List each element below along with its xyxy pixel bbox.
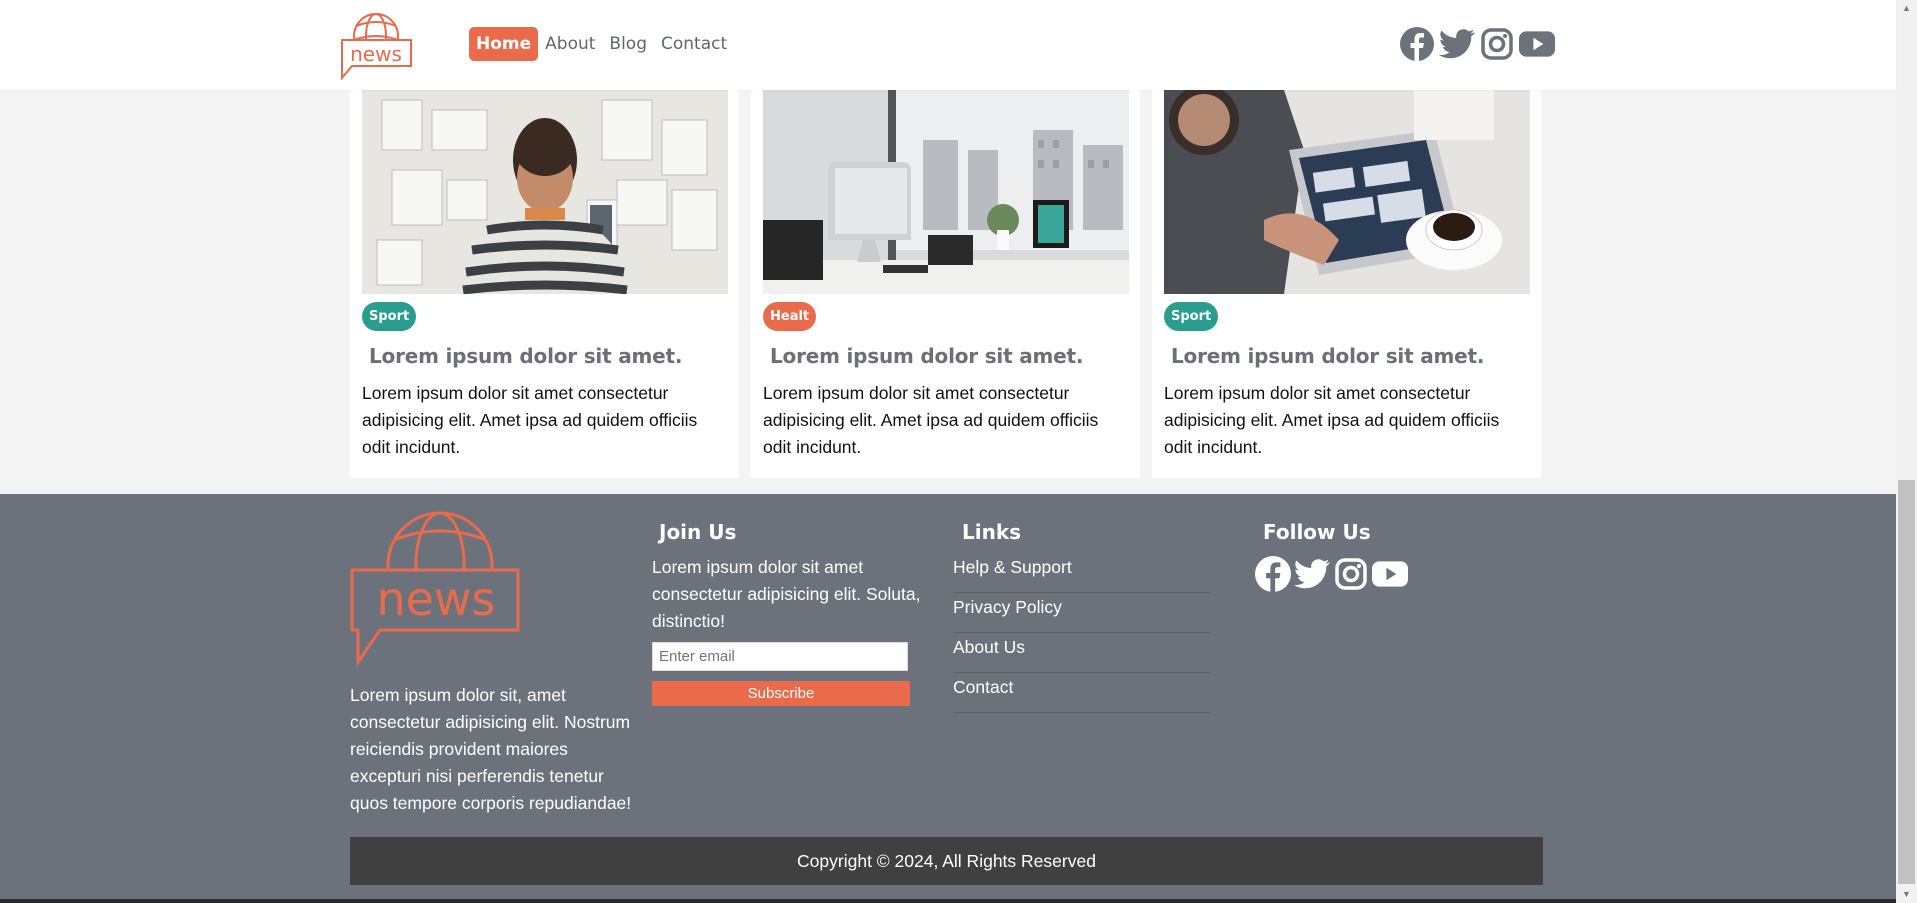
card-text: Lorem ipsum dolor sit amet consectetur a… [1164,383,1500,457]
instagram-icon[interactable] [1333,554,1369,594]
copyright-bar: Copyright © 2024, All Rights Reserved [350,837,1543,885]
news-logo[interactable]: news [338,10,414,81]
scroll-up-arrow-icon[interactable]: ▲ [1896,0,1917,17]
link-help-support[interactable]: Help & Support [953,554,1211,593]
card-image-office-desk[interactable] [763,90,1129,294]
category-badge[interactable]: Sport [362,302,417,331]
twitter-icon[interactable] [1439,24,1475,64]
category-badge[interactable]: Healt [763,302,817,331]
youtube-icon[interactable] [1372,554,1408,594]
link-privacy-policy[interactable]: Privacy Policy [953,594,1211,633]
footer-news-logo[interactable]: news [350,510,520,668]
card-image-tablet-coffee[interactable] [1164,90,1530,294]
links-heading: Links [962,520,1022,544]
main-nav: Home About Blog Contact [469,27,734,61]
join-us-heading: Join Us [659,520,737,544]
twitter-icon[interactable] [1294,554,1330,594]
link-about-us[interactable]: About Us [953,634,1211,673]
follow-us-heading: Follow Us [1263,520,1371,544]
facebook-icon[interactable] [1255,554,1291,594]
instagram-icon[interactable] [1479,24,1515,64]
card-title[interactable]: Lorem ipsum dolor sit amet. [1171,344,1484,368]
header-social [1399,24,1555,64]
card-text: Lorem ipsum dolor sit amet consectetur a… [362,383,698,457]
nav-contact[interactable]: Contact [654,27,734,61]
card-title[interactable]: Lorem ipsum dolor sit amet. [770,344,1083,368]
nav-home[interactable]: Home [469,27,539,61]
footer-links: Help & Support Privacy Policy About Us C… [953,554,1211,714]
bottom-edge [0,899,1896,903]
card-image-man-at-wall[interactable] [362,90,728,294]
page-scrollbar[interactable]: ▲ ▼ [1896,0,1917,903]
scroll-down-arrow-icon[interactable]: ▼ [1896,886,1917,903]
nav-blog[interactable]: Blog [602,27,654,61]
card-title[interactable]: Lorem ipsum dolor sit amet. [369,344,682,368]
subscribe-button[interactable]: Subscribe [652,681,910,706]
footer-about-text: Lorem ipsum dolor sit, amet consectetur … [350,685,632,813]
facebook-icon[interactable] [1399,24,1435,64]
email-input[interactable] [652,642,908,671]
youtube-icon[interactable] [1519,24,1555,64]
site-header: news Home About Blog Contact [0,0,1896,90]
footer-logo-text: news [376,572,495,626]
logo-text: news [350,42,402,66]
footer-social [1255,554,1408,594]
card-text: Lorem ipsum dolor sit amet consectetur a… [763,383,1099,457]
join-us-text: Lorem ipsum dolor sit amet consectetur a… [652,557,921,631]
nav-about[interactable]: About [538,27,602,61]
scrollbar-thumb[interactable] [1898,480,1915,884]
link-contact[interactable]: Contact [953,674,1211,713]
category-badge[interactable]: Sport [1164,302,1219,331]
